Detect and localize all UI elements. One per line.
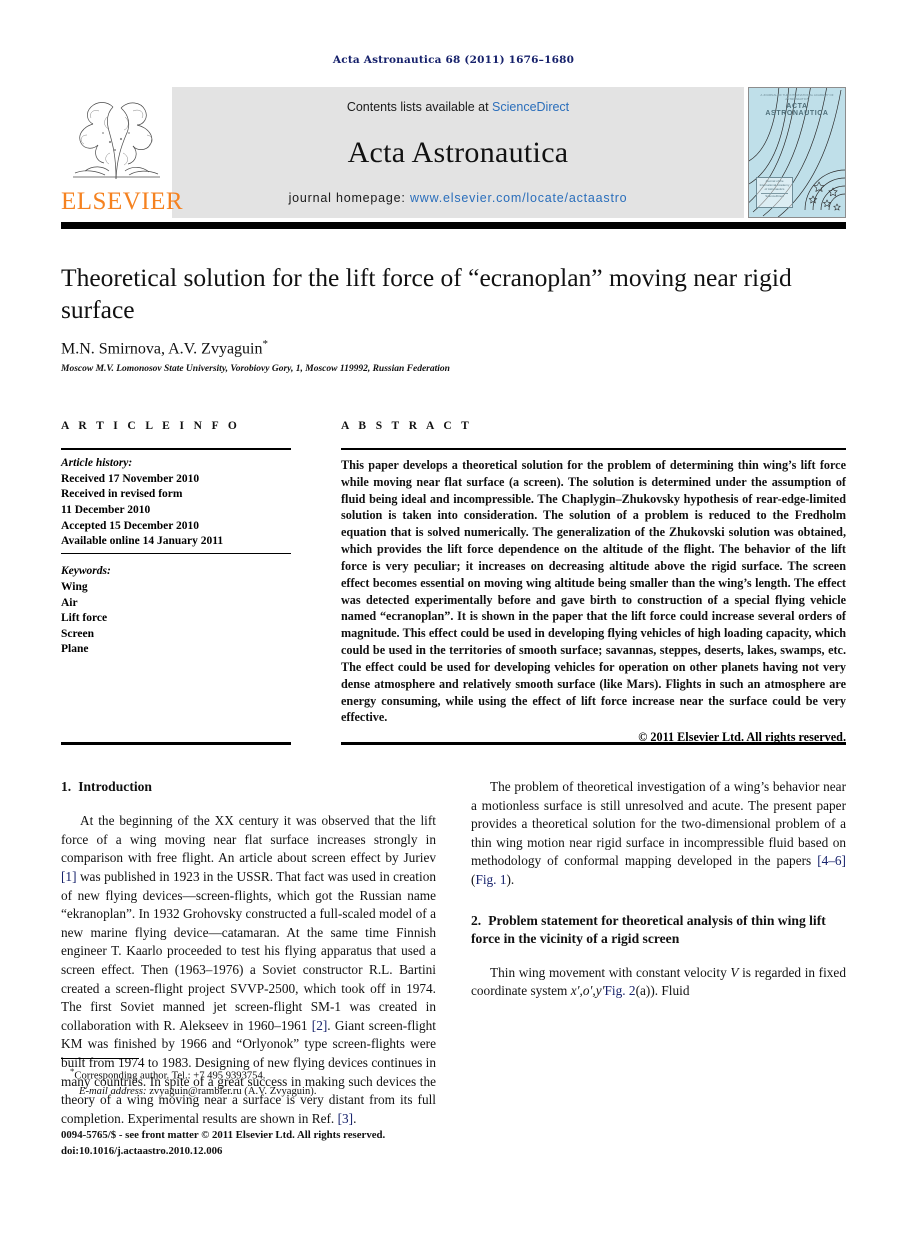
running-head: Acta Astronautica 68 (2011) 1676–1680 [332, 54, 575, 66]
masthead-bottom-rule [61, 222, 846, 229]
history-line-0: Received 17 November 2010 [61, 472, 200, 485]
cover-title: ACTA ASTRONAUTICA [765, 103, 829, 117]
abstract-bottom-rule [341, 742, 846, 745]
citation-3[interactable]: [3] [338, 1111, 354, 1126]
figure-1-link[interactable]: Fig. 1 [475, 872, 506, 887]
elsevier-logo: ELSEVIER [61, 87, 184, 218]
email-address[interactable]: zvyaguin@rambler.ru (A.V. Zvyaguin). [147, 1086, 316, 1097]
cover-badge-line4: ScienceDirect [765, 194, 784, 199]
issn-doi-block: 0094-5765/$ - see front matter © 2011 El… [61, 1128, 481, 1159]
keywords-block: Keywords: Wing Air Lift force Screen Pla… [61, 564, 291, 658]
article-page: Acta Astronautica 68 (2011) 1676–1680 EL… [0, 0, 907, 1238]
issn-line: 0094-5765/$ - see front matter © 2011 El… [61, 1129, 386, 1141]
abstract-rule [341, 448, 846, 450]
intro-paragraph-2: The problem of theoretical investigation… [471, 778, 846, 890]
section-number-2: 2. [471, 912, 482, 928]
problem-p1-part3: (a)). Fluid [635, 983, 690, 999]
article-info-column: A R T I C L E I N F O Article history: R… [61, 420, 291, 658]
intro-p1-part1: At the beginning of the XX century it wa… [61, 813, 436, 866]
homepage-prefix: journal homepage: [288, 191, 410, 205]
keyword-4: Plane [61, 643, 89, 656]
keyword-1: Air [61, 596, 78, 609]
intro-p1-part4: . [353, 1110, 357, 1126]
intro-p2-part2: ). [506, 872, 515, 888]
corresponding-author-footnote: *Corresponding author. Tel.: +7 495 9393… [61, 1058, 436, 1099]
history-line-1: Received in revised form [61, 488, 183, 501]
footnote-divider [61, 1058, 139, 1060]
keyword-2: Lift force [61, 612, 108, 625]
problem-p1-part1: Thin wing movement with constant velocit… [490, 964, 731, 980]
problem-paragraph-1: Thin wing movement with constant velocit… [471, 964, 846, 1001]
corresponding-author-marker: * [262, 338, 268, 350]
citation-1[interactable]: [1] [61, 869, 77, 884]
contents-available-line: Contents lists available at ScienceDirec… [347, 100, 569, 114]
citation-4-6[interactable]: [4–6] [817, 853, 846, 868]
footnote-corresponding-text: Corresponding author. Tel.: +7 495 93937… [74, 1070, 266, 1082]
section-heading-introduction: 1. Introduction [61, 778, 436, 796]
keyword-3: Screen [61, 627, 95, 640]
journal-homepage-line: journal homepage: www.elsevier.com/locat… [289, 191, 628, 205]
section-title-1: Introduction [78, 779, 152, 794]
contents-prefix: Contents lists available at [346, 100, 493, 114]
intro-p1-part2: was published in 1923 in the USSR. That … [61, 868, 436, 1033]
citation-2[interactable]: [2] [312, 1018, 328, 1033]
article-info-heading: A R T I C L E I N F O [61, 420, 241, 432]
article-history-label: Article history: [61, 457, 133, 469]
coordinate-variables: x′,o′,y′ [570, 983, 605, 999]
abstract-column: A B S T R A C T This paper develops a th… [341, 420, 846, 745]
abstract-heading: A B S T R A C T [341, 420, 473, 432]
author-list: M.N. Smirnova, A.V. Zvyaguin* [61, 338, 268, 358]
affiliation: Moscow M.V. Lomonosov State University, … [61, 364, 450, 374]
cover-badge: Journal of the International Academy of … [756, 177, 793, 208]
cover-top-line: A JOURNAL OF THE INTERNATIONAL ACADEMY O… [760, 93, 834, 101]
history-line-4: Available online 14 January 2011 [61, 535, 224, 548]
cover-badge-line3: of Astronautics [764, 186, 785, 191]
article-history: Article history: Received 17 November 20… [61, 456, 291, 550]
journal-masthead: ELSEVIER Contents lists available at Sci… [61, 87, 846, 218]
sciencedirect-link[interactable]: ScienceDirect [492, 100, 569, 114]
article-history-rule [61, 552, 291, 555]
footnote-email-line: E-mail address: zvyaguin@rambler.ru (A.V… [61, 1084, 436, 1099]
journal-band: Contents lists available at ScienceDirec… [172, 87, 744, 218]
section-heading-problem-statement: 2. Problem statement for theoretical anal… [471, 912, 846, 948]
intro-p2-part1: The problem of theoretical investigation… [471, 779, 846, 869]
body-column-right: The problem of theoretical investigation… [471, 778, 846, 1001]
abstract-text: This paper develops a theoretical soluti… [341, 458, 846, 725]
author-names: M.N. Smirnova, A.V. Zvyaguin [61, 340, 263, 358]
keywords-label: Keywords: [61, 565, 111, 578]
page-title: Theoretical solution for the lift force … [61, 263, 792, 325]
article-info-bottom-rule [61, 742, 291, 745]
footnote-corresponding-line: *Corresponding author. Tel.: +7 495 9393… [61, 1065, 436, 1084]
figure-2-link[interactable]: Fig. 2 [605, 983, 636, 998]
keyword-0: Wing [61, 580, 88, 593]
homepage-link[interactable]: www.elsevier.com/locate/actaastro [410, 191, 627, 205]
elsevier-wordmark: ELSEVIER [61, 188, 184, 215]
section-title-2: Problem statement for theoretical analys… [471, 912, 826, 946]
elsevier-tree-icon [63, 87, 170, 183]
journal-title: Acta Astronautica [347, 135, 569, 169]
history-line-3: Accepted 15 December 2010 [61, 519, 200, 532]
email-label: E-mail address: [79, 1085, 147, 1097]
journal-cover-thumbnail: A JOURNAL OF THE INTERNATIONAL ACADEMY O… [748, 87, 846, 218]
article-info-rule [61, 448, 291, 450]
doi-line[interactable]: doi:10.1016/j.actaastro.2010.12.006 [61, 1144, 481, 1160]
section-number-1: 1. [61, 779, 72, 794]
history-line-2: 11 December 2010 [61, 503, 151, 516]
